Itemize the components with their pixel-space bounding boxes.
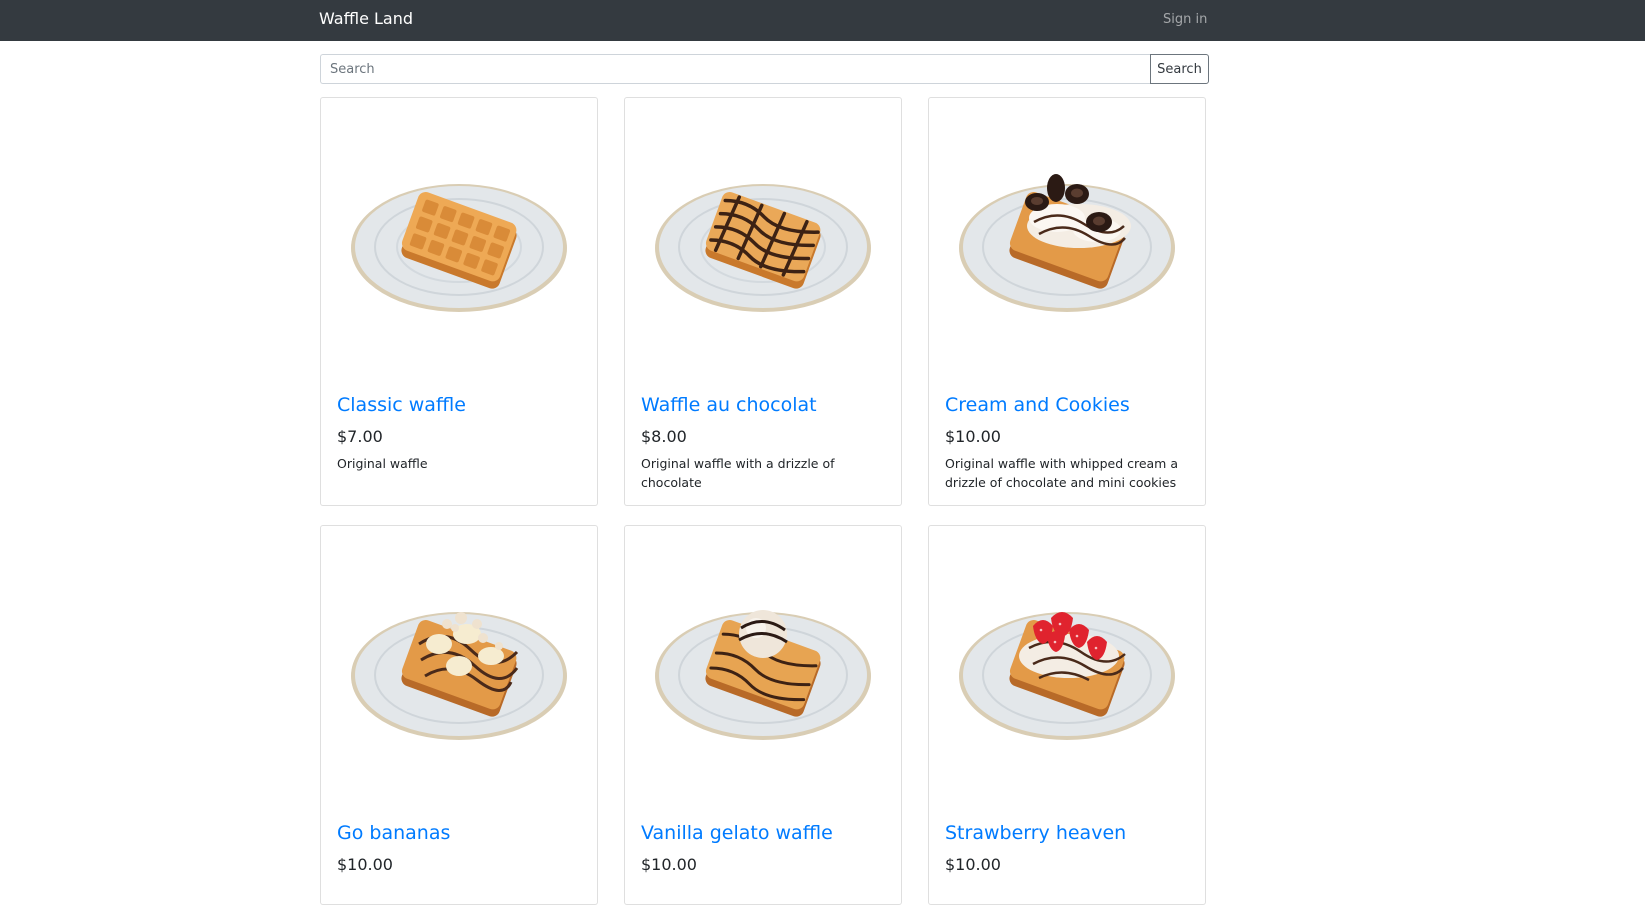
product-price: $7.00 — [337, 427, 383, 446]
product-title[interactable]: Cream and Cookies — [945, 394, 1130, 416]
product-title[interactable]: Waffle au chocolat — [641, 394, 817, 416]
waffle-plate-illustration — [655, 610, 871, 740]
waffle-plate-illustration — [655, 184, 871, 312]
brand-link[interactable]: Waffle Land — [319, 9, 413, 28]
product-title[interactable]: Classic waffle — [337, 394, 466, 416]
search-input[interactable] — [320, 54, 1150, 84]
product-card-vanilla-gelato-waffle[interactable]: Vanilla gelato waffle $10.00 — [624, 525, 902, 905]
navbar: Waffle Land Sign in — [0, 0, 1645, 41]
waffle-plate-illustration — [959, 612, 1175, 740]
product-image[interactable] — [929, 526, 1205, 806]
product-price: $10.00 — [337, 855, 393, 874]
product-price: $10.00 — [945, 855, 1001, 874]
product-description: Original waffle — [337, 456, 428, 471]
waffle-plate-illustration — [959, 174, 1175, 312]
product-image[interactable] — [625, 526, 901, 806]
product-description: Original waffle with whipped cream a dri… — [945, 456, 1178, 490]
product-price: $8.00 — [641, 427, 687, 446]
product-description: Original waffle with a drizzle of chocol… — [641, 456, 835, 490]
product-card-classic-waffle[interactable]: Classic waffle $7.00 Original waffle — [320, 97, 598, 506]
product-price: $10.00 — [945, 427, 1001, 446]
product-title[interactable]: Vanilla gelato waffle — [641, 822, 833, 844]
product-image[interactable] — [321, 98, 597, 378]
search-bar: Search — [320, 54, 1209, 84]
product-title[interactable]: Go bananas — [337, 822, 450, 844]
sign-in-link[interactable]: Sign in — [1163, 12, 1207, 27]
product-card-strawberry-heaven[interactable]: Strawberry heaven $10.00 — [928, 525, 1206, 905]
product-title[interactable]: Strawberry heaven — [945, 822, 1126, 844]
waffle-plate-illustration — [351, 184, 567, 312]
waffle-plate-illustration — [351, 612, 567, 740]
product-image[interactable] — [929, 98, 1205, 378]
product-image[interactable] — [321, 526, 597, 806]
search-button[interactable]: Search — [1150, 54, 1209, 84]
product-image[interactable] — [625, 98, 901, 378]
product-card-go-bananas[interactable]: Go bananas $10.00 — [320, 525, 598, 905]
product-price: $10.00 — [641, 855, 697, 874]
product-card-cream-and-cookies[interactable]: Cream and Cookies $10.00 Original waffle… — [928, 97, 1206, 506]
product-card-waffle-au-chocolat[interactable]: Waffle au chocolat $8.00 Original waffle… — [624, 97, 902, 506]
